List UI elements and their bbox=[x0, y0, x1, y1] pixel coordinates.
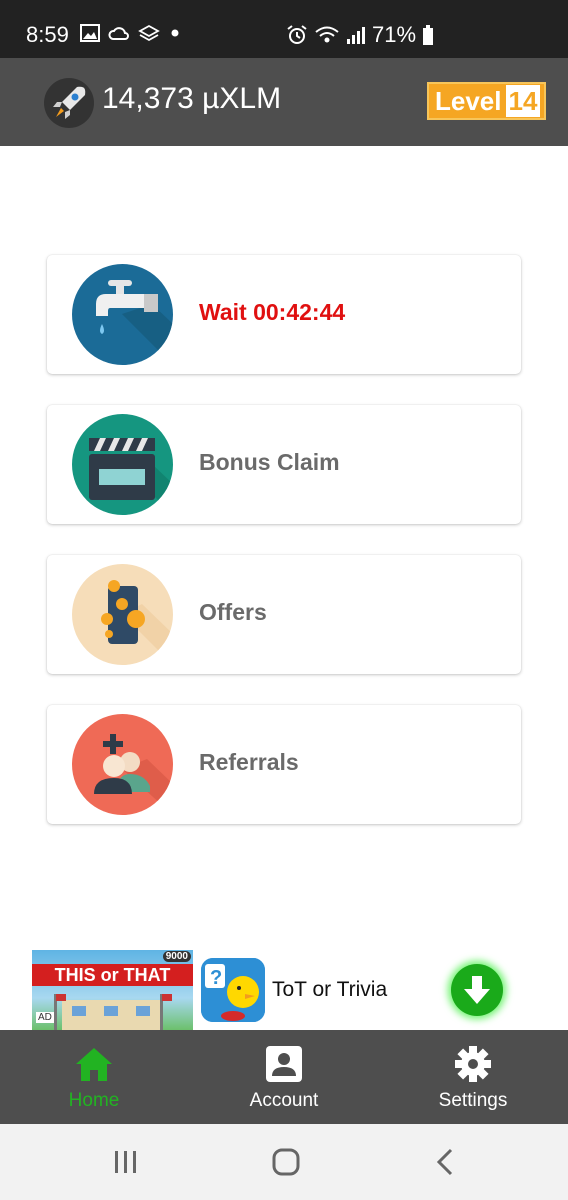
bonus-claim-card[interactable]: Bonus Claim bbox=[47, 405, 521, 524]
ad-app-icon[interactable]: ? bbox=[201, 958, 265, 1022]
home-icon bbox=[76, 1048, 112, 1081]
gear-icon bbox=[455, 1046, 491, 1082]
home-button-icon[interactable] bbox=[271, 1147, 301, 1177]
faucet-card[interactable]: Wait 00:42:44 bbox=[47, 255, 521, 374]
balance-amount: 14,373 µXLM bbox=[102, 82, 282, 115]
download-arrow-icon bbox=[464, 976, 490, 1004]
status-right-icons: 71% bbox=[286, 22, 434, 48]
layers-icon bbox=[138, 24, 160, 42]
ad-score: 9000 bbox=[162, 951, 191, 962]
nav-account-label: Account bbox=[249, 1090, 319, 1111]
battery-percent: 71% bbox=[372, 22, 417, 47]
dot-icon bbox=[171, 29, 179, 37]
status-left-icons bbox=[80, 24, 182, 42]
bonus-claim-label: Bonus Claim bbox=[199, 449, 340, 475]
nav-account[interactable]: Account bbox=[234, 1030, 334, 1124]
ad-banner-title: THIS or THAT bbox=[32, 964, 193, 986]
app-header: 14,373 µXLM Level 14 bbox=[0, 58, 568, 146]
back-icon[interactable] bbox=[432, 1147, 460, 1177]
cloud-icon bbox=[108, 27, 129, 40]
offers-label: Offers bbox=[199, 599, 267, 625]
status-bar: 8:59 71% bbox=[0, 0, 568, 58]
status-time: 8:59 bbox=[26, 22, 69, 47]
level-badge: Level 14 bbox=[427, 82, 547, 120]
offers-card[interactable]: Offers bbox=[47, 555, 521, 674]
nav-home-label: Home bbox=[68, 1090, 120, 1111]
level-label: Level bbox=[435, 85, 502, 116]
ad-image[interactable]: 9000 THIS or THAT AD bbox=[32, 950, 193, 1030]
bottom-nav: Home Account Settings bbox=[0, 1030, 568, 1124]
system-nav-bar bbox=[0, 1124, 568, 1200]
image-icon bbox=[80, 24, 100, 42]
referrals-label: Referrals bbox=[199, 749, 299, 775]
rocket-icon bbox=[44, 78, 94, 128]
referrals-card[interactable]: Referrals bbox=[47, 705, 521, 824]
nav-settings[interactable]: Settings bbox=[423, 1030, 523, 1124]
download-button[interactable] bbox=[451, 964, 503, 1016]
ad-app-name[interactable]: ToT or Trivia bbox=[272, 978, 387, 1002]
faucet-icon bbox=[72, 264, 173, 365]
recent-apps-icon[interactable] bbox=[112, 1148, 140, 1176]
clapperboard-icon bbox=[72, 414, 173, 515]
account-icon bbox=[266, 1046, 302, 1082]
phone-coins-icon bbox=[72, 564, 173, 665]
ad-tag: AD bbox=[36, 1012, 54, 1023]
signal-icon bbox=[347, 27, 365, 44]
svg-text:?: ? bbox=[210, 967, 222, 989]
add-users-icon bbox=[72, 714, 173, 815]
nav-home[interactable]: Home bbox=[44, 1030, 144, 1124]
battery-icon bbox=[423, 25, 434, 45]
ad-banner[interactable]: 9000 THIS or THAT AD ? ToT or Trivia bbox=[0, 948, 568, 1030]
faucet-wait-timer: Wait 00:42:44 bbox=[199, 299, 346, 325]
level-number: 14 bbox=[505, 85, 541, 117]
nav-settings-label: Settings bbox=[438, 1090, 508, 1111]
alarm-icon bbox=[287, 25, 307, 44]
wifi-icon bbox=[315, 26, 339, 43]
